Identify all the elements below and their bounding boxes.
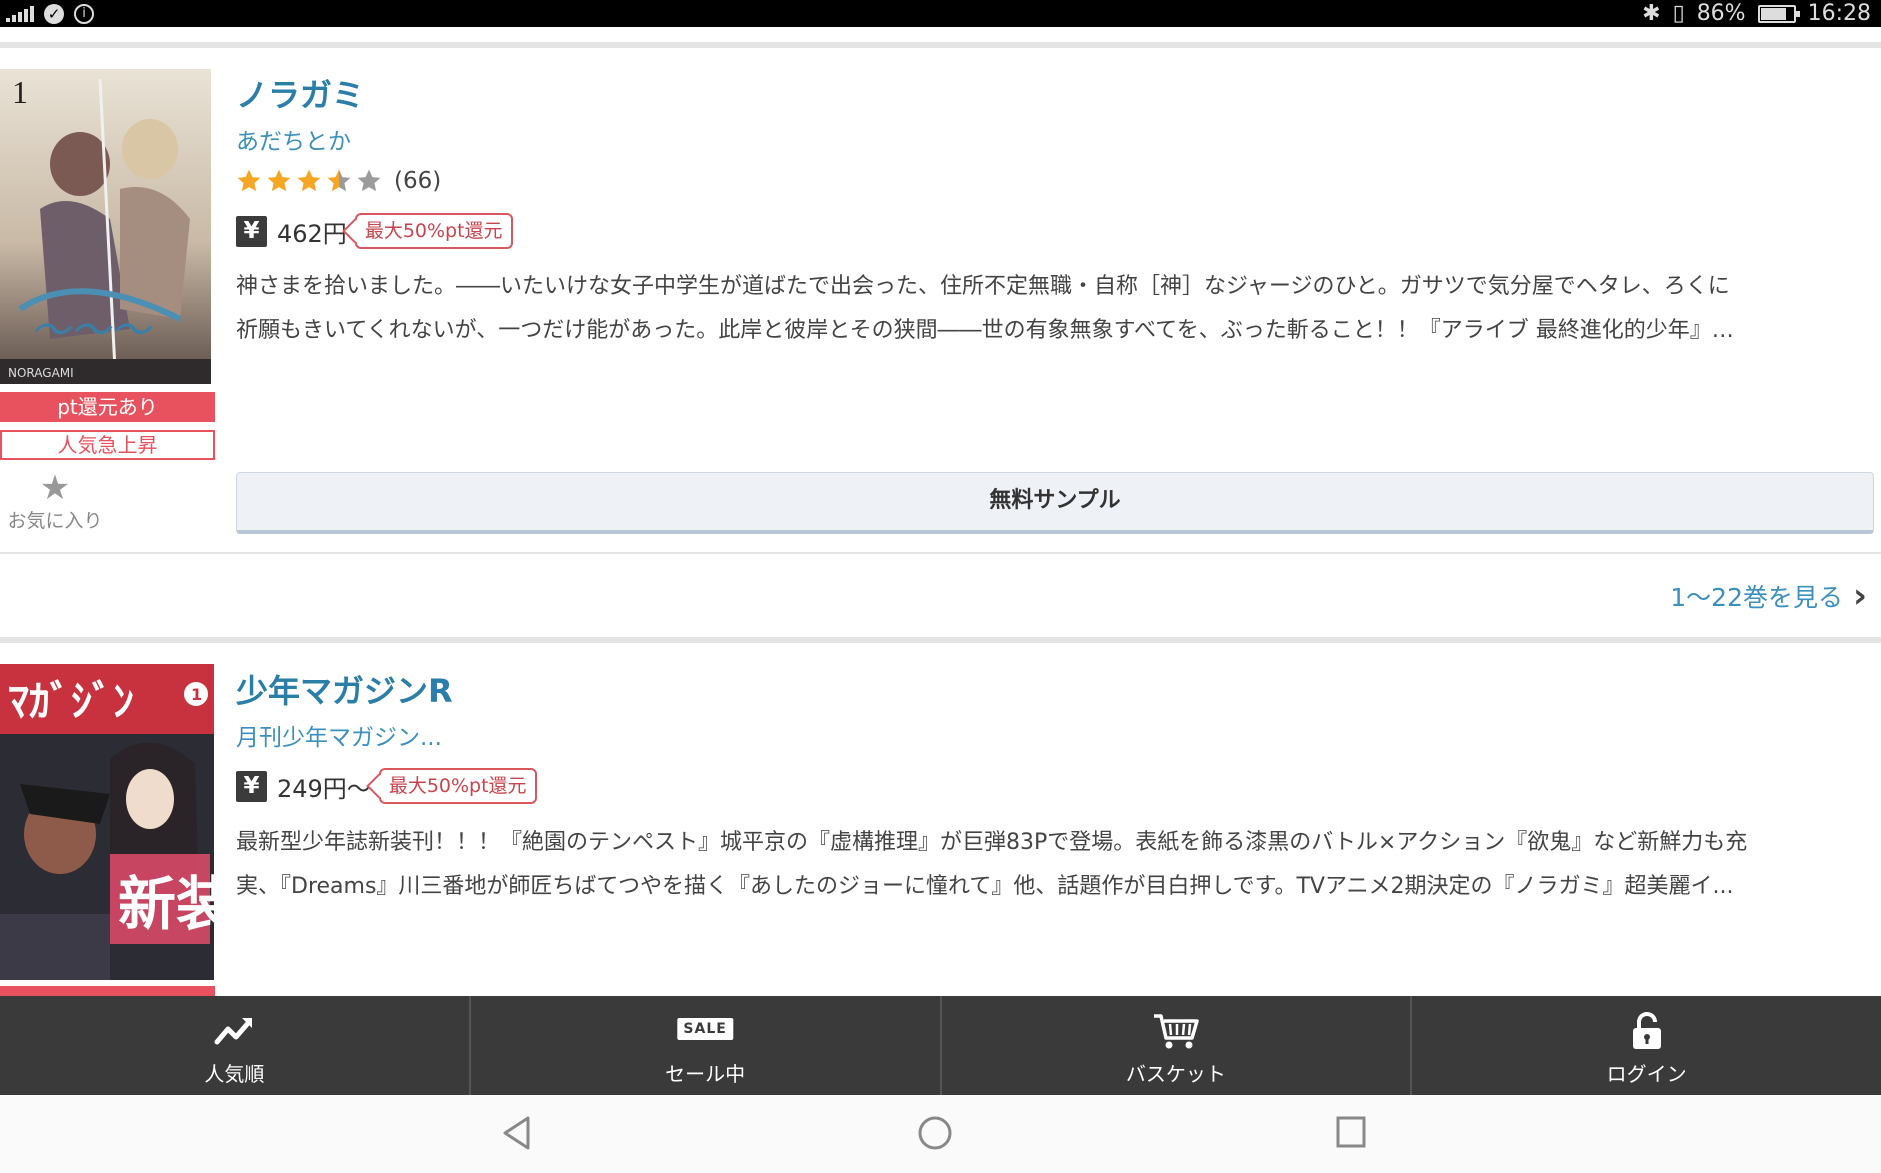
star-rating: (66) [236, 168, 441, 194]
tab-label: ログイン [1606, 1062, 1687, 1086]
svg-text:〜〜〜: 〜〜〜 [30, 308, 153, 353]
info-icon: i [74, 3, 94, 24]
cart-icon [1153, 1014, 1199, 1049]
battery-icon [1757, 4, 1800, 23]
book-description: 神さまを拾いました。――いたいけな女子中学生が道ばたで出会った、住所不定無職・自… [236, 274, 1734, 343]
star-full-icon [237, 169, 261, 192]
price-row: ¥ 462円 最大50%pt還元 [236, 213, 513, 249]
vibrate-icon: ▯ [1672, 1, 1685, 26]
divider [0, 42, 1881, 48]
book-author[interactable]: 月刊少年マガジン... [236, 718, 442, 752]
back-icon[interactable] [502, 1115, 532, 1151]
favorite-label: お気に入り [7, 510, 103, 532]
pt-return-tag: 最大50%pt還元 [378, 768, 537, 804]
divider [0, 552, 1881, 554]
book-cover-noragami[interactable]: 1 〜〜〜 NORAGAMI [0, 69, 211, 384]
home-icon[interactable] [917, 1115, 953, 1151]
svg-text:1: 1 [12, 74, 28, 110]
tab-label: 人気順 [204, 1062, 265, 1086]
yen-icon: ¥ [236, 770, 267, 802]
star-empty-icon [357, 169, 381, 192]
tab-label: バスケット [1125, 1062, 1226, 1086]
chevron-right-icon: › [1852, 576, 1867, 616]
status-bar: ✓ i ✱ ▯ 86% 16:28 [0, 0, 1881, 27]
book-title[interactable]: 少年マガジンR [236, 666, 453, 712]
badge-partial [0, 986, 215, 996]
svg-text:NORAGAMI: NORAGAMI [8, 366, 74, 380]
sale-icon: SALE [677, 1018, 733, 1040]
check-shield-icon: ✓ [44, 3, 64, 24]
svg-text:ﾏｶﾞｼﾞﾝ: ﾏｶﾞｼﾞﾝ [8, 677, 134, 726]
tab-login[interactable]: ログイン [1412, 996, 1881, 1095]
book-title[interactable]: ノラガミ [236, 70, 364, 116]
system-nav-bar [0, 1095, 1881, 1173]
unlock-icon [1632, 1012, 1661, 1049]
tab-label: セール中 [665, 1062, 746, 1086]
bottom-tab-bar: 人気順 SALE セール中 バスケット ログイン [0, 996, 1881, 1095]
price: 462円 [277, 219, 347, 248]
badge-trending: 人気急上昇 [0, 430, 215, 460]
favorite-button[interactable]: ★ お気に入り [0, 470, 110, 533]
svg-text:新装: 新装 [118, 870, 214, 938]
view-volumes-link[interactable]: 1〜22巻を見る › [1670, 578, 1867, 614]
rating-count: (66) [394, 168, 442, 194]
battery-percent: 86% [1696, 1, 1746, 26]
tab-popularity[interactable]: 人気順 [0, 996, 471, 1095]
price: 249円〜 [277, 774, 371, 803]
badge-pt-return: pt還元あり [0, 392, 215, 422]
star-full-icon [267, 169, 291, 192]
star-icon: ★ [39, 468, 71, 508]
tab-basket[interactable]: バスケット [942, 996, 1413, 1095]
pt-return-tag: 最大50%pt還元 [354, 213, 513, 249]
clock: 16:28 [1807, 1, 1871, 26]
tab-sale[interactable]: SALE セール中 [471, 996, 942, 1095]
price-row: ¥ 249円〜 最大50%pt還元 [236, 768, 537, 804]
svg-text:1: 1 [191, 685, 202, 704]
star-full-icon [297, 169, 321, 192]
book-author[interactable]: あだちとか [236, 122, 351, 156]
recent-apps-icon[interactable] [1335, 1115, 1367, 1149]
book-description: 最新型少年誌新装刊！！！『絶園のテンペスト』城平京の『虚構推理』が巨弾83Pで登… [236, 830, 1748, 899]
divider [0, 637, 1881, 643]
view-volumes-label: 1〜22巻を見る [1670, 583, 1843, 612]
yen-icon: ¥ [236, 215, 267, 247]
book-cover-shonen-magazine-r[interactable]: ﾏｶﾞｼﾞﾝ 1 新装 [0, 664, 214, 980]
trending-up-icon [214, 1018, 253, 1045]
free-sample-button[interactable]: 無料サンプル [236, 472, 1874, 534]
signal-icon [6, 5, 34, 22]
star-half-icon [327, 169, 351, 192]
bluetooth-icon: ✱ [1642, 1, 1661, 26]
